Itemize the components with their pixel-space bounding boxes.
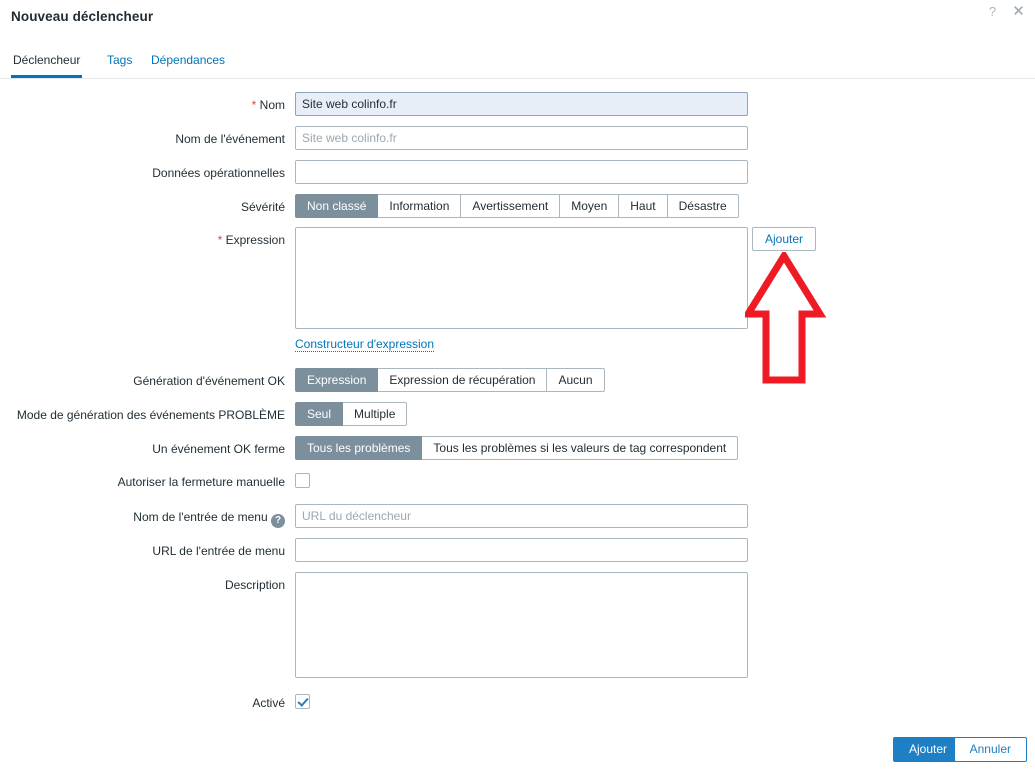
label-severity: Sévérité [240,200,285,214]
label-description: Description [224,578,285,592]
severity-option-information[interactable]: Information [378,194,462,218]
ok-closes-option-all-problems[interactable]: Tous les problèmes [295,436,423,460]
control-severity: Non classé Information Avertissement Moy… [295,194,739,218]
row-enabled: Activé [0,694,1035,714]
ok-event-closes-radio-group: Tous les problèmes Tous les problèmes si… [295,436,739,460]
severity-option-warning[interactable]: Avertissement [461,194,561,218]
required-asterisk: * [217,233,223,247]
row-ok-event-generation: Génération d'événement OK Expression Exp… [0,368,1035,394]
enabled-checkbox[interactable] [295,694,310,709]
ok-event-option-none[interactable]: Aucun [547,368,605,392]
control-name [295,92,748,116]
label-enabled: Activé [252,696,285,710]
label-expression-text: Expression [225,233,285,247]
operational-data-input[interactable] [295,160,748,184]
name-input[interactable] [295,92,748,116]
row-menu-entry-url: URL de l'entrée de menu [0,538,1035,564]
expression-textarea[interactable] [295,227,748,329]
new-trigger-dialog: Nouveau déclencheur ? ✕ Déclencheur Tags… [0,0,1035,773]
tab-dependencies[interactable]: Dépendances [149,48,227,78]
control-operational-data [295,160,748,184]
ok-event-option-recovery-expression[interactable]: Expression de récupération [378,368,548,392]
menu-entry-url-input[interactable] [295,538,748,562]
label-menu-entry-name-text: Nom de l'entrée de menu [133,510,268,524]
header-icon-group: ? ✕ [985,4,1026,19]
label-allow-manual-close: Autoriser la fermeture manuelle [117,475,285,489]
description-textarea[interactable] [295,572,748,678]
label-name: * Nom [5,97,285,113]
control-expression [295,227,748,332]
row-menu-entry-name: Nom de l'entrée de menu ? [0,504,1035,530]
control-enabled [295,694,310,712]
tab-divider [0,78,1035,79]
control-description [295,572,748,681]
row-problem-event-mode: Mode de génération des événements PROBLÈ… [0,402,1035,428]
problem-mode-option-multiple[interactable]: Multiple [343,402,408,426]
row-expression: * Expression Ajouter Constructeur d'expr… [0,227,1035,352]
submit-button[interactable]: Ajouter [892,737,963,762]
label-menu-entry-url: URL de l'entrée de menu [152,544,285,558]
label-problem-event-mode: Mode de génération des événements PROBLÈ… [16,408,285,422]
tab-trigger[interactable]: Déclencheur [11,48,83,78]
ok-event-generation-radio-group: Expression Expression de récupération Au… [295,368,605,392]
control-event-name [295,126,748,150]
tab-tags[interactable]: Tags [105,48,134,78]
ok-closes-option-matching-tag-values[interactable]: Tous les problèmes si les valeurs de tag… [422,436,739,460]
row-name: * Nom [0,92,1035,118]
close-icon[interactable]: ✕ [1011,4,1026,19]
problem-event-mode-radio-group: Seul Multiple [295,402,408,426]
row-ok-event-closes: Un événement OK ferme Tous les problèmes… [0,436,1035,462]
severity-option-not-classified[interactable]: Non classé [295,194,379,218]
severity-radio-group: Non classé Information Avertissement Moy… [295,194,739,218]
control-allow-manual-close [295,473,310,491]
tab-bar: Déclencheur Tags Dépendances [0,48,1035,79]
control-ok-event-closes: Tous les problèmes Tous les problèmes si… [295,436,739,460]
cancel-button[interactable]: Annuler [953,737,1027,762]
row-description: Description [0,572,1035,682]
allow-manual-close-checkbox[interactable] [295,473,310,488]
control-problem-event-mode: Seul Multiple [295,402,408,426]
severity-option-high[interactable]: Haut [619,194,668,218]
expression-constructor-link[interactable]: Constructeur d'expression [295,337,435,352]
dialog-footer: Ajouter Annuler [0,727,1035,773]
control-ok-event-generation: Expression Expression de récupération Au… [295,368,605,392]
control-menu-entry-name [295,504,748,528]
row-severity: Sévérité Non classé Information Avertiss… [0,194,1035,220]
label-ok-event-generation: Génération d'événement OK [133,374,285,388]
label-event-name: Nom de l'événement [175,132,285,146]
label-ok-event-closes: Un événement OK ferme [152,442,285,456]
menu-entry-name-input[interactable] [295,504,748,528]
label-expression: * Expression [5,232,285,248]
severity-option-disaster[interactable]: Désastre [667,194,739,218]
help-icon[interactable]: ? [985,4,1000,19]
label-operational-data: Données opérationnelles [152,166,285,180]
control-menu-entry-url [295,538,748,562]
event-name-input[interactable] [295,126,748,150]
page-title: Nouveau déclencheur [11,9,154,24]
ok-event-option-expression[interactable]: Expression [295,368,379,392]
row-operational-data: Données opérationnelles [0,160,1035,186]
required-asterisk: * [251,98,257,112]
severity-option-average[interactable]: Moyen [560,194,620,218]
expression-add-button[interactable]: Ajouter [752,227,817,251]
row-allow-manual-close: Autoriser la fermeture manuelle [0,473,1035,493]
label-name-text: Nom [259,98,285,112]
row-event-name: Nom de l'événement [0,126,1035,152]
menu-entry-name-help-icon[interactable]: ? [271,514,285,528]
dialog-header: Nouveau déclencheur ? ✕ [0,0,1035,38]
problem-mode-option-single[interactable]: Seul [295,402,344,426]
label-menu-entry-name: Nom de l'entrée de menu ? [5,509,285,528]
